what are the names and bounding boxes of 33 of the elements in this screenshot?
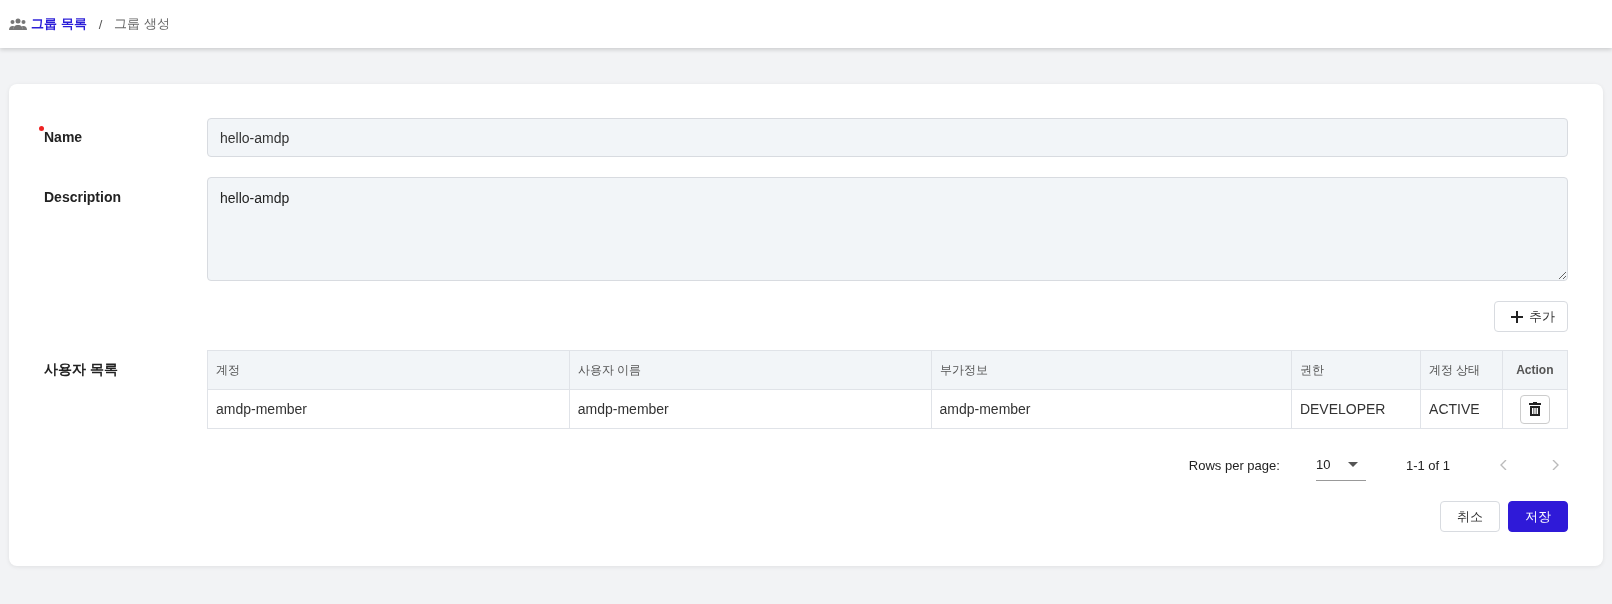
caret-icon <box>1348 462 1359 467</box>
description-field[interactable]: hello-amdp <box>207 177 1568 281</box>
table-cell: DEVELOPER <box>1291 389 1421 429</box>
breadcrumb-link[interactable]: 그룹 생성 <box>114 15 170 33</box>
delete-button[interactable] <box>1519 394 1550 424</box>
add-button[interactable]: 추가 <box>1494 301 1568 332</box>
rows-per-page-label: Rows per page: <box>1188 457 1280 473</box>
column-header: 권한 <box>1291 350 1421 390</box>
required-dot <box>39 126 44 131</box>
rows-per-page-select[interactable]: 10 <box>1315 449 1366 481</box>
chevron-left-icon <box>1499 460 1507 470</box>
column-header: 사용자 이름 <box>569 350 931 390</box>
breadcrumb-link[interactable]: 그룹 목록 <box>9 15 87 33</box>
field-label: Name <box>44 118 207 157</box>
table-cell: amdp-member <box>207 389 570 429</box>
field-label: Description <box>44 188 122 207</box>
chevron-right-icon <box>1551 460 1559 470</box>
table-cell: ACTIVE <box>1420 389 1503 429</box>
column-header: 부가정보 <box>931 350 1292 390</box>
column-header: Action <box>1502 350 1568 390</box>
section-label: 사용자 목록 <box>44 360 119 379</box>
save-button[interactable]: 저장 <box>1508 501 1568 532</box>
plus-icon <box>1511 310 1523 323</box>
trash-icon <box>1528 402 1541 416</box>
cancel-button[interactable]: 취소 <box>1440 501 1500 532</box>
column-header: 계정 상태 <box>1420 350 1503 390</box>
page-range: 1-1 of 1 <box>1405 457 1450 473</box>
table-cell: amdp-member <box>931 389 1292 429</box>
breadcrumb-separator: / <box>98 16 103 32</box>
table-cell: amdp-member <box>569 389 931 429</box>
name-field[interactable]: hello-amdp <box>207 118 1568 157</box>
column-header: 계정 <box>207 350 570 390</box>
users-icon <box>9 18 27 30</box>
